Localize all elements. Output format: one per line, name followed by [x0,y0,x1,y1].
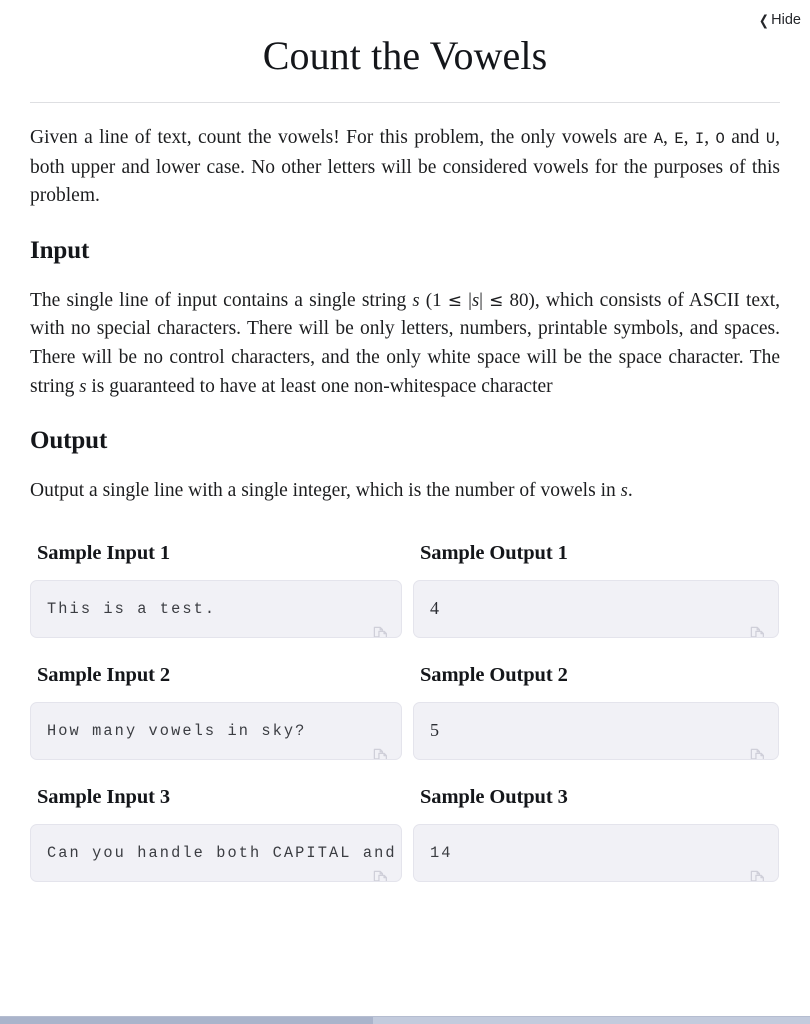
problem-statement-page: ❮ Hide Count the Vowels Given a line of … [0,0,810,1016]
sample-input-column: Sample Input 2 How many vowels in sky? [30,664,402,760]
sample-input-column: Sample Input 3 Can you handle both CAPIT… [30,786,402,882]
copy-icon[interactable] [749,834,768,881]
copy-icon[interactable] [372,834,391,881]
vowel-o: O [715,130,725,148]
sample-output-label: Sample Output 1 [420,541,568,564]
sample-output-box[interactable]: 14 [413,823,779,882]
sample-input-label: Sample Input 1 [37,541,171,564]
samples-section: Sample Input 1 This is a test. Sample Ou… [30,542,780,882]
vowel-i: I [694,130,705,148]
input-heading: Input [30,236,90,264]
chevron-left-icon: ❮ [759,12,770,29]
sample-input-column: Sample Input 1 This is a test. [30,542,402,638]
output-text-before: Output a single line with a single integ… [30,480,621,502]
variable-s-2: s [79,376,87,397]
output-text-after: . [627,480,633,502]
description-sep-3: , [704,127,716,148]
problem-description: Given a line of text, count the vowels! … [30,124,780,211]
sample-output-box[interactable]: 5 [413,701,779,760]
sample-output-box[interactable]: 4 [413,579,779,638]
sample-row: Sample Input 3 Can you handle both CAPIT… [30,786,780,882]
sample-input-label: Sample Input 3 [37,785,171,808]
input-text-before: The single line of input contains a sing… [30,289,413,311]
constraint-min: 1 [432,289,442,311]
sample-row: Sample Input 2 How many vowels in sky? S… [30,664,780,760]
sample-output-value: 14 [430,843,453,862]
variable-s: s [412,290,420,311]
problem-content: Given a line of text, count the vowels! … [0,124,810,882]
less-equal-2: ≤ [489,290,504,311]
description-text-1: Given a line of text, count the vowels! … [30,127,654,148]
sample-output-value: 4 [430,598,439,619]
vowel-e: E [674,130,684,148]
sample-output-column: Sample Output 2 5 [413,664,779,760]
scrollbar-thumb[interactable] [0,1017,373,1024]
sample-input-box[interactable]: Can you handle both CAPITAL and lowercas… [30,823,402,882]
title-divider [30,102,780,103]
description-sep-4: and [724,127,766,148]
vowel-a: A [653,130,664,148]
copy-icon[interactable] [372,590,391,637]
input-description: The single line of input contains a sing… [30,287,780,401]
constraint-max: 80 [509,289,529,311]
output-heading: Output [30,427,108,455]
input-text-after: is guaranteed to have at least one non-w… [86,375,553,397]
sample-output-label: Sample Output 3 [420,785,568,808]
horizontal-scrollbar[interactable] [0,1016,810,1024]
sample-output-column: Sample Output 3 14 [413,786,779,882]
variable-s-output: s [620,481,628,502]
sample-input-label: Sample Input 2 [37,663,171,686]
hide-button-label: Hide [771,12,801,28]
sample-input-box[interactable]: How many vowels in sky? [30,701,402,760]
less-equal-1: ≤ [447,290,462,311]
copy-icon[interactable] [749,590,768,637]
abs-close: | [479,289,483,311]
sample-output-value: 5 [430,720,439,741]
sample-input-value: This is a test. [47,599,217,618]
sample-input-value: How many vowels in sky? [47,721,307,740]
sample-input-value: Can you handle both CAPITAL and lowercas… [47,843,397,862]
hide-button[interactable]: ❮ Hide [758,13,801,28]
sample-output-column: Sample Output 1 4 [413,542,779,638]
description-sep-2: , [683,127,695,148]
output-description: Output a single line with a single integ… [30,477,780,506]
description-sep-1: , [663,127,675,148]
copy-icon[interactable] [749,712,768,759]
copy-icon[interactable] [372,712,391,759]
vowel-u: U [765,130,776,148]
sample-row: Sample Input 1 This is a test. Sample Ou… [30,542,780,638]
sample-input-box[interactable]: This is a test. [30,579,402,638]
page-title: Count the Vowels [262,33,548,78]
sample-output-label: Sample Output 2 [420,663,568,686]
